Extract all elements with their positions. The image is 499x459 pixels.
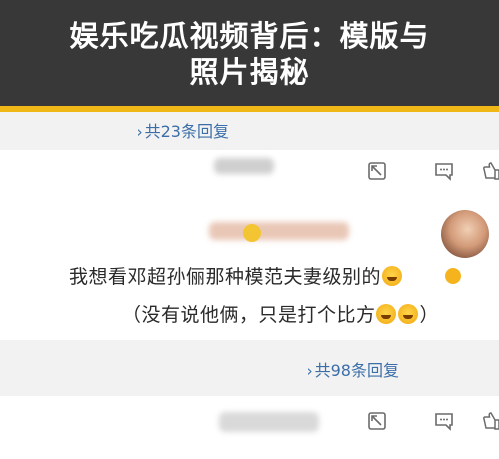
chevron-right-icon: › [306,362,313,380]
like-icon[interactable] [481,410,499,432]
banner-title-line2: 照片揭秘 [189,55,310,89]
banner-title-line1: 娱乐吃瓜视频背后：模版与 [69,19,430,53]
replies-link[interactable]: › 共98条回复 [307,357,399,381]
replies-bar [0,340,499,396]
comment-icon[interactable] [433,410,455,432]
laugh-emoji-icon [243,224,261,242]
blurred-author-name [214,158,274,174]
laugh-emoji-icon [382,266,403,286]
share-icon[interactable] [365,160,387,182]
share-icon[interactable] [365,410,387,432]
like-icon[interactable] [481,160,499,182]
banner-accent-stripe [0,106,499,112]
comment-icon[interactable] [433,160,455,182]
blurred-username [209,222,349,240]
top-replies-link[interactable]: › 共23条回复 [137,118,229,142]
comment-text-line1: 我想看邓超孙俪那种模范夫妻级别的 [69,262,499,289]
blurred-author-name [219,412,319,432]
laugh-emoji-icon [376,304,397,324]
laugh-emoji-icon [398,304,419,324]
avatar[interactable] [441,210,489,258]
chevron-right-icon: › [136,123,143,141]
comment-text-line2: （没有说他俩，只是打个比方） [121,304,439,326]
top-replies-bar [0,110,499,150]
title-banner: 娱乐吃瓜视频背后：模版与 照片揭秘 [0,0,499,110]
